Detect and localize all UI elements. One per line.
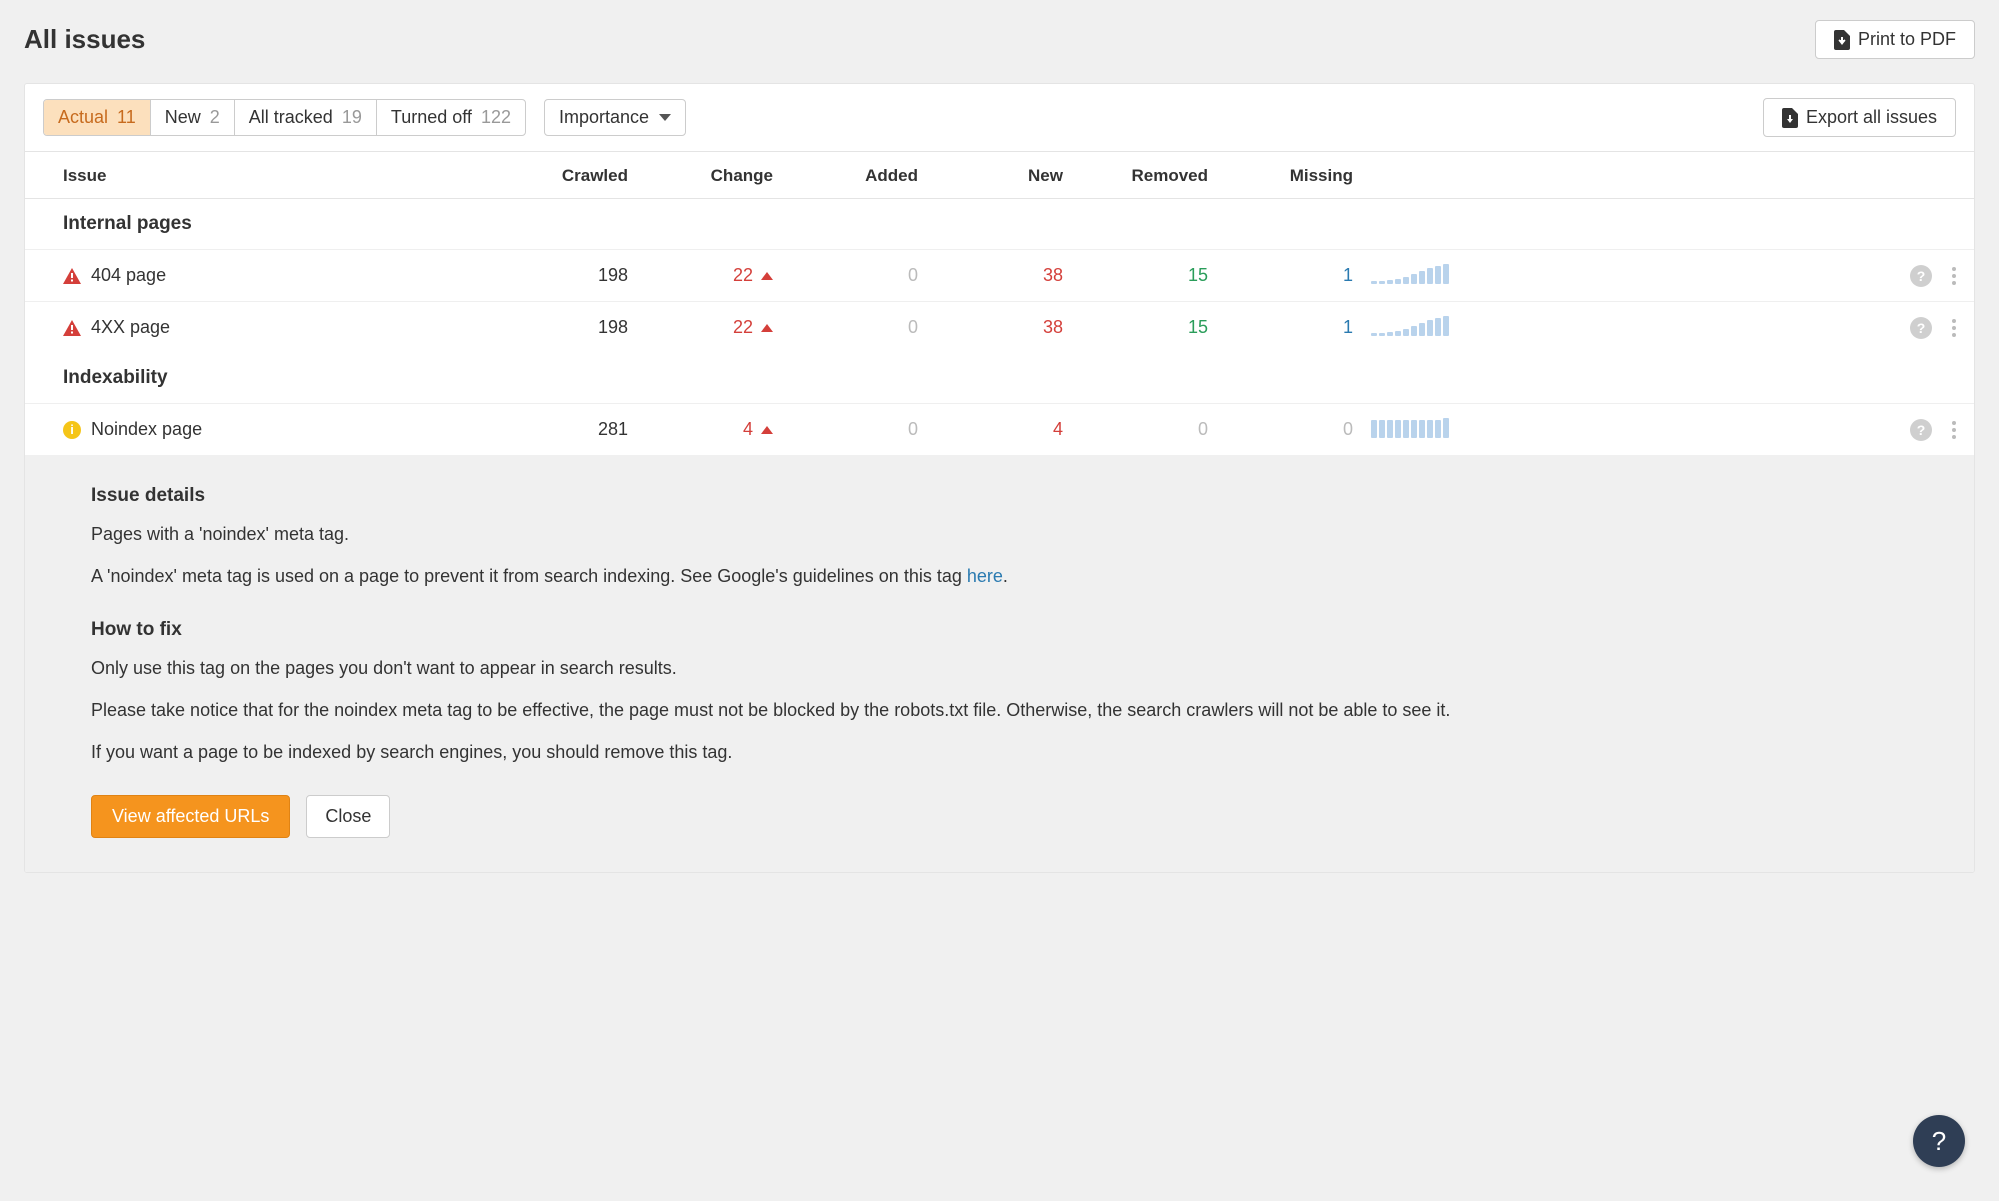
tab-count: 11: [117, 107, 136, 127]
warning-triangle-icon: [63, 268, 81, 284]
row-menu-button[interactable]: [1952, 267, 1956, 285]
section-heading: Internal pages: [25, 199, 1974, 249]
file-download-icon: [1834, 30, 1850, 50]
chevron-down-icon: [659, 114, 671, 121]
row-menu-button[interactable]: [1952, 421, 1956, 439]
change-value: 22: [733, 317, 753, 338]
how-to-fix-heading: How to fix: [91, 619, 1930, 641]
col-issue: Issue: [63, 166, 483, 186]
removed-value: 15: [1063, 317, 1208, 338]
col-new: New: [918, 166, 1063, 186]
triangle-up-icon: [761, 272, 773, 280]
new-value: 38: [918, 265, 1063, 286]
missing-value: 0: [1208, 419, 1353, 440]
issue-details-p2: A 'noindex' meta tag is used on a page t…: [91, 563, 1930, 589]
added-value: 0: [773, 419, 918, 440]
tab-count: 122: [481, 107, 511, 127]
file-download-icon: [1782, 108, 1798, 128]
col-crawled: Crawled: [483, 166, 628, 186]
table-header: Issue Crawled Change Added New Removed M…: [25, 151, 1974, 199]
change-value: 4: [743, 419, 753, 440]
issue-row[interactable]: 404 page 198 22 038151?: [25, 249, 1974, 301]
issue-details-panel: Issue details Pages with a 'noindex' met…: [25, 455, 1974, 872]
issue-details-p1: Pages with a 'noindex' meta tag.: [91, 521, 1930, 547]
row-menu-button[interactable]: [1952, 319, 1956, 337]
close-details-button[interactable]: Close: [306, 795, 390, 838]
issue-row[interactable]: iNoindex page28140400?: [25, 403, 1974, 455]
new-value: 38: [918, 317, 1063, 338]
added-value: 0: [773, 265, 918, 286]
crawled-value: 198: [483, 317, 628, 338]
export-label: Export all issues: [1806, 107, 1937, 128]
missing-value: 1: [1208, 317, 1353, 338]
removed-value: 0: [1063, 419, 1208, 440]
tab-actual[interactable]: Actual 11: [44, 100, 151, 135]
tab-label: Turned off: [391, 107, 472, 127]
sparkline: [1371, 416, 1449, 438]
warning-triangle-icon: [63, 320, 81, 336]
guidelines-link[interactable]: here: [967, 566, 1003, 586]
page-title: All issues: [24, 24, 145, 55]
help-fab[interactable]: ?: [1913, 1115, 1965, 1167]
how-to-fix-p2: Please take notice that for the noindex …: [91, 697, 1930, 723]
col-added: Added: [773, 166, 918, 186]
crawled-value: 198: [483, 265, 628, 286]
tab-count: 2: [210, 107, 220, 127]
help-icon[interactable]: ?: [1910, 317, 1932, 339]
view-affected-urls-button[interactable]: View affected URLs: [91, 795, 290, 838]
print-to-pdf-label: Print to PDF: [1858, 29, 1956, 50]
section-heading: Indexability: [25, 353, 1974, 403]
issue-name: 4XX page: [91, 317, 170, 338]
warning-circle-icon: i: [63, 421, 81, 439]
export-all-issues-button[interactable]: Export all issues: [1763, 98, 1956, 137]
sort-label: Importance: [559, 107, 649, 128]
issue-name: Noindex page: [91, 419, 202, 440]
col-change: Change: [628, 166, 773, 186]
new-value: 4: [918, 419, 1063, 440]
tab-new[interactable]: New 2: [151, 100, 235, 135]
tab-all-tracked[interactable]: All tracked 19: [235, 100, 377, 135]
issue-details-heading: Issue details: [91, 485, 1930, 507]
help-icon[interactable]: ?: [1910, 265, 1932, 287]
help-icon[interactable]: ?: [1910, 419, 1932, 441]
tab-turned-off[interactable]: Turned off 122: [377, 100, 525, 135]
tab-count: 19: [342, 107, 362, 127]
col-missing: Missing: [1208, 166, 1353, 186]
how-to-fix-p3: If you want a page to be indexed by sear…: [91, 739, 1930, 765]
tab-label: New: [165, 107, 201, 127]
removed-value: 15: [1063, 265, 1208, 286]
tab-label: All tracked: [249, 107, 333, 127]
crawled-value: 281: [483, 419, 628, 440]
added-value: 0: [773, 317, 918, 338]
issues-card: Actual 11New 2All tracked 19Turned off 1…: [24, 83, 1975, 873]
sparkline: [1371, 314, 1449, 336]
sparkline: [1371, 262, 1449, 284]
filter-tabs: Actual 11New 2All tracked 19Turned off 1…: [43, 99, 526, 136]
issue-row[interactable]: 4XX page 198 22 038151?: [25, 301, 1974, 353]
triangle-up-icon: [761, 324, 773, 332]
print-to-pdf-button[interactable]: Print to PDF: [1815, 20, 1975, 59]
how-to-fix-p1: Only use this tag on the pages you don't…: [91, 655, 1930, 681]
issue-name: 404 page: [91, 265, 166, 286]
sort-dropdown[interactable]: Importance: [544, 99, 686, 136]
triangle-up-icon: [761, 426, 773, 434]
change-value: 22: [733, 265, 753, 286]
tab-label: Actual: [58, 107, 108, 127]
missing-value: 1: [1208, 265, 1353, 286]
col-removed: Removed: [1063, 166, 1208, 186]
